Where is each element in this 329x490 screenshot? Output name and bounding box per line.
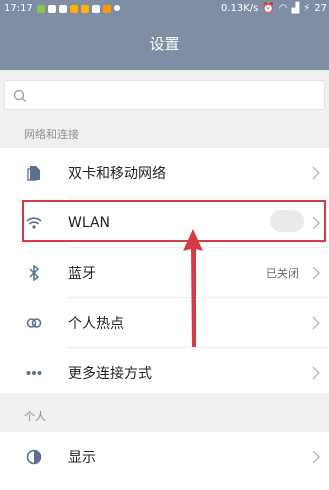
annotation-arrow (183, 229, 203, 347)
settings-item-label: 双卡和移动网络 (68, 165, 166, 182)
status-time: 17:17 (4, 3, 33, 14)
network-speed: 0.13K/s (220, 3, 259, 14)
status-right: 0.13K/s ⏰ ◠ ▟ ⚡ 27 (221, 0, 327, 17)
settings-item-value: 已关闭 (266, 266, 299, 280)
settings-item-hotspot[interactable]: 个人热点 (0, 298, 329, 347)
settings-item-dual-sim[interactable]: 双卡和移动网络 (0, 148, 329, 197)
chevron-right-icon (312, 316, 320, 329)
settings-item-label: 蓝牙 (68, 265, 96, 282)
chevron-right-icon (312, 366, 320, 379)
section-label-network: 网络和连接 (24, 128, 79, 141)
network-list: 双卡和移动网络 WLAN 蓝牙 已关闭 个人热点 更多连接方式 (0, 148, 329, 393)
personal-list: 显示 (0, 432, 329, 490)
sim-card-icon (26, 165, 42, 181)
search-input[interactable] (4, 80, 325, 110)
chevron-right-icon (312, 266, 320, 279)
more-dots-icon (26, 365, 42, 381)
settings-item-label: 显示 (68, 449, 96, 466)
charging-icon: ⚡ (303, 3, 311, 14)
bluetooth-icon (26, 264, 42, 281)
highlight-box (22, 200, 326, 242)
chevron-right-icon (312, 166, 320, 179)
chevron-right-icon (312, 450, 320, 463)
search-icon (13, 89, 26, 102)
alarm-icon: ⏰ (262, 3, 275, 14)
settings-item-more-connections[interactable]: 更多连接方式 (0, 348, 329, 397)
settings-item-display[interactable]: 显示 (0, 432, 329, 481)
page-title: 设置 (149, 35, 180, 53)
header: 设置 (0, 17, 329, 70)
signal-icon: ▟ (291, 3, 300, 14)
battery-level: 27 (314, 3, 327, 14)
display-icon (26, 449, 42, 465)
wifi-status-icon: ◠ (278, 3, 288, 14)
status-bar: 17:17 0.13K/s ⏰ ◠ ▟ ⚡ 27 (0, 0, 329, 17)
section-label-personal: 个人 (24, 410, 46, 423)
settings-item-bluetooth[interactable]: 蓝牙 已关闭 (0, 248, 329, 297)
notification-icons (36, 4, 123, 13)
hotspot-icon (26, 315, 42, 331)
settings-item-label: 更多连接方式 (68, 365, 152, 382)
settings-item-label: 个人热点 (68, 315, 124, 332)
